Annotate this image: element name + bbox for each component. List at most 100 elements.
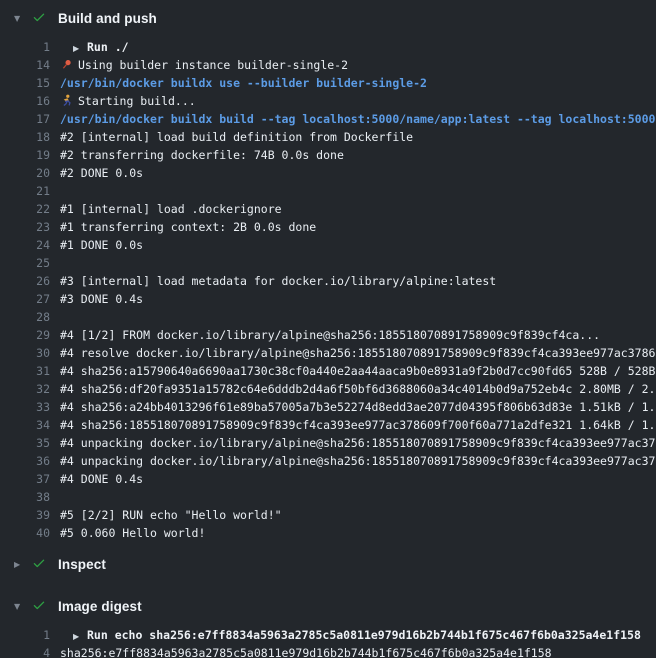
success-check-icon [32,10,48,26]
log-line-text: #2 [internal] load build definition from… [60,128,656,146]
line-number: 19 [0,146,50,164]
section-build-and-push: ▼ Build and push 1▶Run ./14Using builder… [0,0,656,546]
line-number: 22 [0,200,50,218]
line-number: 36 [0,452,50,470]
log-text: #4 [1/2] FROM docker.io/library/alpine@s… [60,328,600,342]
log-line[interactable]: 27 #3 DONE 0.4s [0,290,656,308]
log-line[interactable]: 16 Starting build... [0,92,656,110]
log-line[interactable]: 24#1 DONE 0.0s [0,236,656,254]
line-number: 16 [0,92,50,110]
run-command-text: Run echo sha256:e7ff8834a5963a2785c5a081… [87,628,641,642]
expand-run-icon[interactable]: ▶ [73,628,87,644]
log-text: #4 DONE 0.4s [60,472,143,486]
log-line-text: #4 [1/2] FROM docker.io/library/alpine@s… [60,326,656,344]
section-header-build-and-push[interactable]: ▼ Build and push [0,0,656,36]
log-line-text: #2 DONE 0.0s [60,164,656,182]
log-text: #4 sha256:a24bb4013296f61e89ba57005a7b3e… [60,400,656,414]
log-line[interactable]: 21 [0,182,656,200]
log-text: #3 DONE 0.4s [60,292,143,306]
chevron-right-icon[interactable]: ▶ [14,560,32,569]
log-text: #5 0.060 Hello world! [60,526,205,540]
log-line[interactable]: 38 [0,488,656,506]
log-line[interactable]: 35#4 unpacking docker.io/library/alpine@… [0,434,656,452]
log-line-text: #4 unpacking docker.io/library/alpine@sh… [60,452,656,470]
log-line[interactable]: 1 ▶Run ./ [0,38,656,56]
expand-run-icon[interactable]: ▶ [73,40,87,56]
chevron-down-icon[interactable]: ▼ [14,602,32,611]
section-header-inspect[interactable]: ▶ Inspect [0,546,656,582]
pushpin-icon [60,58,73,71]
log-line[interactable]: 32#4 sha256:df20fa9351a15782c64e6dddb2d4… [0,380,656,398]
line-number: 28 [0,308,50,326]
log-line[interactable]: 23#1 transferring context: 2B 0.0s done [0,218,656,236]
log-line-text: #4 unpacking docker.io/library/alpine@sh… [60,434,656,452]
line-number: 1 [0,626,50,644]
line-number: 27 [0,290,50,308]
log-line-text: #4 sha256:a15790640a6690aa1730c38cf0a440… [60,362,656,380]
line-number: 20 [0,164,50,182]
log-line[interactable]: 1 ▶Run echo sha256:e7ff8834a5963a2785c5a0… [0,626,656,644]
log-line[interactable]: 36 #4 unpacking docker.io/library/alpine@… [0,452,656,470]
line-number: 1 [0,38,50,56]
log-text: #3 [internal] load metadata for docker.i… [60,274,496,288]
run-group-line: ▶Run ./ [60,38,656,56]
log-line[interactable]: 25 [0,254,656,272]
log-line[interactable]: 34 #4 sha256:185518070891758909c9f839cf4c… [0,416,656,434]
log-text: #2 DONE 0.0s [60,166,143,180]
log-line[interactable]: 18 #2 [internal] load build definition fr… [0,128,656,146]
line-number: 39 [0,506,50,524]
log-line-text: #4 sha256:df20fa9351a15782c64e6dddb2d4a6… [60,380,656,398]
log-text: #4 unpacking docker.io/library/alpine@sh… [60,436,656,450]
section-log-lines: 1 ▶Run echo sha256:e7ff8834a5963a2785c5a0… [0,624,656,658]
log-line[interactable]: 40#5 0.060 Hello world! [0,524,656,542]
log-line[interactable]: 31#4 sha256:a15790640a6690aa1730c38cf0a4… [0,362,656,380]
line-number: 18 [0,128,50,146]
log-line[interactable]: 4 sha256:e7ff8834a5963a2785c5a0811e979d16… [0,644,656,658]
workflow-log-viewer: ▼ Build and push 1▶Run ./14Using builder… [0,0,656,658]
log-text: #4 sha256:df20fa9351a15782c64e6dddb2d4a6… [60,382,656,396]
log-text: #4 unpacking docker.io/library/alpine@sh… [60,454,656,468]
line-number: 34 [0,416,50,434]
log-line-text: #1 transferring context: 2B 0.0s done [60,218,656,236]
section-log-lines: 1▶Run ./14Using builder instance builder… [0,36,656,546]
section-title: Build and push [58,11,157,26]
line-number: 37 [0,470,50,488]
log-line[interactable]: 28 [0,308,656,326]
line-number: 15 [0,74,50,92]
log-line[interactable]: 29#4 [1/2] FROM docker.io/library/alpine… [0,326,656,344]
section-title: Inspect [58,557,106,572]
log-line-text: #4 sha256:a24bb4013296f61e89ba57005a7b3e… [60,398,656,416]
run-command-text: Run ./ [87,40,129,54]
log-line-text: #1 [internal] load .dockerignore [60,200,656,218]
log-line[interactable]: 22 #1 [internal] load .dockerignore [0,200,656,218]
log-line[interactable]: 39 #5 [2/2] RUN echo "Hello world!" [0,506,656,524]
chevron-down-icon[interactable]: ▼ [14,14,32,23]
log-line[interactable]: 19 #2 transferring dockerfile: 74B 0.0s d… [0,146,656,164]
log-line[interactable]: 14Using builder instance builder-single-… [0,56,656,74]
log-line[interactable]: 30 #4 resolve docker.io/library/alpine@sh… [0,344,656,362]
section-header-image-digest[interactable]: ▼ Image digest [0,588,656,624]
log-line[interactable]: 17/usr/bin/docker buildx build --tag loc… [0,110,656,128]
line-number: 30 [0,344,50,362]
line-number: 4 [0,644,50,658]
log-text: sha256:e7ff8834a5963a2785c5a0811e979d16b… [60,646,552,658]
runner-icon [60,94,73,107]
log-line[interactable]: 33 #4 sha256:a24bb4013296f61e89ba57005a7b… [0,398,656,416]
log-line[interactable]: 26#3 [internal] load metadata for docker… [0,272,656,290]
log-text: #4 resolve docker.io/library/alpine@sha2… [60,346,656,360]
log-line-text: sha256:e7ff8834a5963a2785c5a0811e979d16b… [60,644,656,658]
log-text: #4 sha256:185518070891758909c9f839cf4ca3… [60,418,656,432]
log-line[interactable]: 20 #2 DONE 0.0s [0,164,656,182]
log-text: /usr/bin/docker buildx use --builder bui… [60,76,427,90]
log-line-text: #4 resolve docker.io/library/alpine@sha2… [60,344,656,362]
log-line-text: #4 DONE 0.4s [60,470,656,488]
line-number: 33 [0,398,50,416]
log-line[interactable]: 37 #4 DONE 0.4s [0,470,656,488]
log-text: /usr/bin/docker buildx build --tag local… [60,112,656,126]
log-line[interactable]: 15/usr/bin/docker buildx use --builder b… [0,74,656,92]
log-text: #1 DONE 0.0s [60,238,143,252]
success-check-icon [32,598,48,614]
log-text: Starting build... [78,94,196,108]
log-text: #2 transferring dockerfile: 74B 0.0s don… [60,148,344,162]
log-text: #5 [2/2] RUN echo "Hello world!" [60,508,282,522]
